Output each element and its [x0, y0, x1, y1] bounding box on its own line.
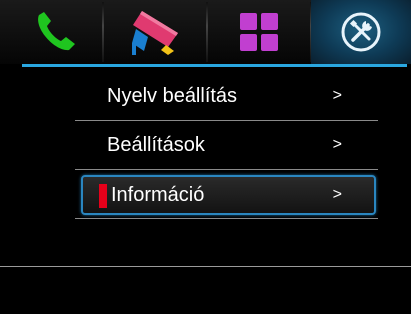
tab-camera[interactable] [103, 0, 206, 64]
tab-settings-active[interactable] [311, 0, 411, 64]
menu-item-label: Nyelv beállítás [107, 84, 238, 107]
menu-item-language[interactable]: Nyelv beállítás > [75, 72, 378, 121]
menu-item-settings[interactable]: Beállítások > [75, 121, 378, 170]
selection-cursor [99, 184, 107, 208]
settings-menu: Nyelv beállítás > Beállítások > Informác… [75, 72, 378, 219]
phone-icon [38, 12, 75, 51]
tab-phone[interactable] [10, 0, 102, 64]
grid-icon [239, 13, 278, 51]
tools-icon [341, 12, 381, 52]
menu-item-label: Beállítások [107, 133, 205, 156]
menu-item-information[interactable]: Információ > [75, 172, 378, 219]
chevron-right-icon: > [332, 186, 342, 203]
menu-item-label: Információ [111, 183, 205, 206]
chevron-right-icon: > [332, 136, 342, 153]
tab-apps[interactable] [207, 0, 310, 64]
bottom-divider [0, 266, 411, 267]
camera-icon [131, 11, 178, 55]
top-tab-bar [0, 0, 411, 64]
chevron-right-icon: > [332, 87, 342, 104]
tab-underline [22, 64, 407, 67]
